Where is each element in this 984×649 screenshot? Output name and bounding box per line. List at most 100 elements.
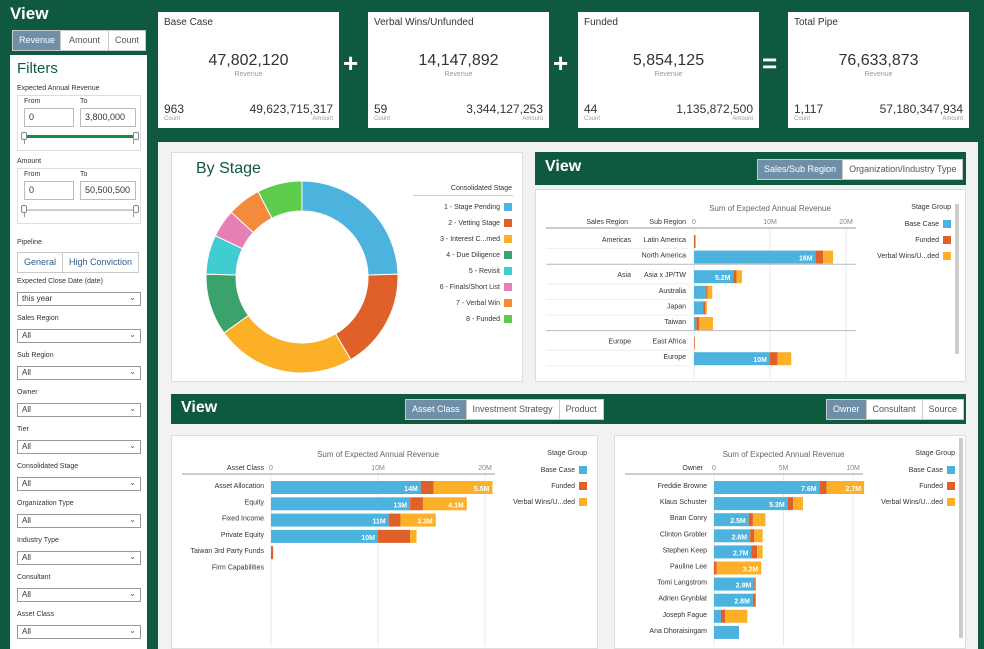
bar-segment[interactable] xyxy=(703,301,706,315)
legend-item[interactable]: 3 - Interest C...med xyxy=(440,235,512,243)
ear-slider-max-handle[interactable] xyxy=(133,132,139,140)
toggle-amount[interactable]: Amount xyxy=(61,31,109,50)
bar-segment[interactable] xyxy=(696,317,700,330)
bar-segment[interactable] xyxy=(714,625,740,639)
bar-segment[interactable] xyxy=(410,497,423,511)
tab-sales-sub-region[interactable]: Sales/Sub Region xyxy=(758,160,844,179)
bar-segment[interactable] xyxy=(699,317,713,330)
donut-slice[interactable] xyxy=(223,314,352,374)
filter-select[interactable]: All ⌄ xyxy=(17,366,141,380)
bar-segment[interactable] xyxy=(694,285,707,299)
legend-item[interactable]: Base Case xyxy=(909,466,955,474)
legend-item[interactable]: Base Case xyxy=(905,220,951,228)
kpi-amount: 57,180,347,934 xyxy=(879,102,963,116)
data-label: 4.1M xyxy=(448,502,464,509)
tab-consultant[interactable]: Consultant xyxy=(867,400,923,419)
legend-item[interactable]: 8 - Funded xyxy=(466,315,512,323)
bar-segment[interactable] xyxy=(823,250,834,264)
legend-item[interactable]: Base Case xyxy=(541,466,587,474)
bar-segment[interactable] xyxy=(751,545,758,559)
filter-select[interactable]: this year ⌄ xyxy=(17,292,141,306)
bar-segment[interactable] xyxy=(757,545,763,559)
ear-slider-min-handle[interactable] xyxy=(21,132,27,140)
bar-segment[interactable] xyxy=(748,513,753,527)
legend-item[interactable]: Verbal Wins/U...ded xyxy=(881,498,955,506)
bar-segment[interactable] xyxy=(705,301,707,315)
filter-select[interactable]: All ⌄ xyxy=(17,329,141,343)
bar-segment[interactable] xyxy=(777,352,792,366)
bar-segment[interactable] xyxy=(410,529,417,543)
bar-segment[interactable] xyxy=(694,317,697,330)
bar-segment[interactable] xyxy=(754,577,756,591)
legend-item[interactable]: 2 - Vetting Stage xyxy=(448,219,512,227)
bar-segment[interactable] xyxy=(694,235,696,248)
bar-segment[interactable] xyxy=(720,609,726,623)
legend-item[interactable]: 5 - Revisit xyxy=(469,267,512,275)
bar-segment[interactable] xyxy=(793,497,803,511)
amount-slider-max-handle[interactable] xyxy=(133,205,139,213)
filter-select-value: All xyxy=(22,516,31,525)
legend-item[interactable]: Verbal Wins/U...ded xyxy=(513,498,587,506)
bar-segment[interactable] xyxy=(271,497,411,511)
bar-segment[interactable] xyxy=(378,529,411,543)
bar-segment[interactable] xyxy=(754,529,763,543)
bar-segment[interactable] xyxy=(271,546,274,560)
bar-segment[interactable] xyxy=(725,609,748,623)
filter-select[interactable]: All ⌄ xyxy=(17,477,141,491)
ear-from-input[interactable]: 0 xyxy=(24,108,74,127)
bar-segment[interactable] xyxy=(770,352,778,366)
ear-to-input[interactable]: 3,800,000 xyxy=(80,108,136,127)
bar-segment[interactable] xyxy=(714,561,717,575)
legend-item[interactable]: 1 - Stage Pending xyxy=(444,203,512,211)
legend-item[interactable]: 6 - Finals/Short List xyxy=(440,283,512,291)
toggle-count[interactable]: Count xyxy=(109,31,145,50)
bar-segment[interactable] xyxy=(787,497,794,511)
region-scrollbar[interactable] xyxy=(955,204,959,354)
legend-item[interactable]: Funded xyxy=(915,236,951,244)
bar-segment[interactable] xyxy=(706,285,708,299)
bar-segment[interactable] xyxy=(714,609,721,623)
filter-select[interactable]: All ⌄ xyxy=(17,551,141,565)
donut-slice[interactable] xyxy=(334,273,399,361)
tab-owner[interactable]: Owner xyxy=(827,400,867,419)
tab-asset-class[interactable]: Asset Class xyxy=(406,400,467,419)
bar-segment[interactable] xyxy=(707,285,713,299)
amount-from-input[interactable]: 0 xyxy=(24,181,74,200)
bar-segment[interactable] xyxy=(694,336,695,350)
legend-item[interactable]: 7 - Verbal Win xyxy=(456,299,512,307)
toggle-revenue[interactable]: Revenue xyxy=(13,31,61,50)
bar-segment[interactable] xyxy=(819,481,827,494)
legend-item[interactable]: Funded xyxy=(919,482,955,490)
tab-product[interactable]: Product xyxy=(560,400,603,419)
bar-segment[interactable] xyxy=(420,481,434,494)
bar-segment[interactable] xyxy=(733,270,737,284)
legend-item[interactable]: Funded xyxy=(551,482,587,490)
legend-item[interactable]: Verbal Wins/U...ded xyxy=(877,252,951,260)
tab-investment-strategy[interactable]: Investment Strategy xyxy=(467,400,560,419)
bar-segment[interactable] xyxy=(752,593,756,607)
bar-segment[interactable] xyxy=(271,481,421,494)
pipeline-general-button[interactable]: General xyxy=(18,253,64,272)
bar-segment[interactable] xyxy=(271,513,389,527)
filter-select[interactable]: All ⌄ xyxy=(17,625,141,639)
pipeline-high-conviction-button[interactable]: High Conviction xyxy=(63,253,138,272)
legend-item[interactable]: 4 - Due Diligence xyxy=(446,251,512,259)
owner-scrollbar[interactable] xyxy=(959,438,963,638)
bar-segment[interactable] xyxy=(752,513,766,527)
amount-to-input[interactable]: 50,500,500 xyxy=(80,181,136,200)
filter-select[interactable]: All ⌄ xyxy=(17,588,141,602)
plus-operator: + xyxy=(553,48,569,78)
bar-segment[interactable] xyxy=(736,270,742,284)
tab-organization-industry-type[interactable]: Organization/Industry Type xyxy=(843,160,962,179)
bar-segment[interactable] xyxy=(694,250,816,264)
amount-slider-min-handle[interactable] xyxy=(21,205,27,213)
bar-segment[interactable] xyxy=(388,513,401,527)
filter-select[interactable]: All ⌄ xyxy=(17,514,141,528)
donut-slice[interactable] xyxy=(301,180,399,276)
bar-segment[interactable] xyxy=(694,301,704,315)
tab-source[interactable]: Source xyxy=(923,400,964,419)
bar-segment[interactable] xyxy=(815,250,824,264)
filter-select[interactable]: All ⌄ xyxy=(17,403,141,417)
filter-select[interactable]: All ⌄ xyxy=(17,440,141,454)
bar-segment[interactable] xyxy=(750,529,755,543)
